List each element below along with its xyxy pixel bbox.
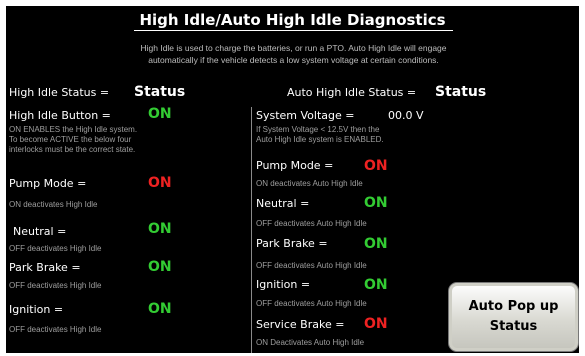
service-brake-note: ON Deactivates Auto High Idle [256, 338, 365, 347]
park-brake-label: Park Brake = [9, 261, 81, 274]
auto-park-brake-note: OFF deactivates Auto High Idle [256, 261, 367, 270]
voltage-note-line-1: If System Voltage < 12.5V then the [256, 125, 380, 134]
service-brake-value: ON [364, 316, 388, 332]
popup-button-line-2: Status [489, 319, 538, 334]
auto-neutral-value: ON [364, 195, 388, 211]
high-idle-status-value: Status [134, 84, 186, 100]
pump-mode-note: ON deactivates High Idle [9, 200, 98, 209]
button-note-line-2: To become ACTIVE the below four [9, 135, 132, 144]
system-voltage-label: System Voltage = [256, 109, 355, 122]
popup-button-line-1: Auto Pop up [468, 299, 559, 314]
auto-high-idle-status-value: Status [435, 84, 487, 100]
auto-pop-up-status-button[interactable]: Auto Pop up Status [448, 282, 579, 352]
pump-mode-label: Pump Mode = [9, 177, 87, 190]
auto-ignition-note: OFF deactivates Auto High Idle [256, 299, 367, 308]
column-divider [251, 107, 252, 353]
neutral-label: Neutral = [13, 225, 67, 238]
system-voltage-value: 00.0 V [388, 109, 424, 122]
auto-high-idle-status-label: Auto High Idle Status = [287, 86, 417, 99]
neutral-value: ON [148, 221, 172, 237]
auto-park-brake-label: Park Brake = [256, 237, 328, 250]
popup-button-text: Auto Pop up Status [449, 297, 578, 337]
high-idle-status-label: High Idle Status = [9, 86, 110, 99]
high-idle-button-value[interactable]: ON [148, 106, 172, 122]
description-line-1: High Idle is used to charge the batterie… [140, 43, 447, 53]
ignition-note: OFF deactivates High Idle [9, 325, 102, 334]
park-brake-note: OFF deactivates High Idle [9, 281, 102, 290]
pump-mode-value: ON [148, 175, 172, 191]
auto-pump-mode-value: ON [364, 158, 388, 174]
ignition-value: ON [148, 301, 172, 317]
service-brake-label: Service Brake = [256, 318, 345, 331]
button-note-line-1: ON ENABLES the High Idle system. [9, 125, 138, 134]
park-brake-value: ON [148, 259, 172, 275]
auto-pump-mode-note: ON deactivates Auto High Idle [256, 179, 363, 188]
ignition-label: Ignition = [9, 303, 64, 316]
description: High Idle is used to charge the batterie… [46, 42, 541, 66]
high-idle-button-label: High Idle Button = [9, 109, 111, 122]
neutral-note: OFF deactivates High Idle [9, 244, 102, 253]
auto-ignition-value: ON [364, 277, 388, 293]
system-voltage-note: If System Voltage < 12.5V then the Auto … [256, 125, 384, 145]
auto-pump-mode-label: Pump Mode = [256, 159, 334, 172]
button-note-line-3: interlocks must be the correct state. [9, 145, 136, 154]
auto-neutral-label: Neutral = [256, 197, 310, 210]
auto-neutral-note: OFF deactivates Auto High Idle [256, 219, 367, 228]
auto-park-brake-value: ON [364, 236, 388, 252]
high-idle-button-note: ON ENABLES the High Idle system. To beco… [9, 125, 137, 155]
description-line-2: automatically if the vehicle detects a l… [148, 55, 439, 65]
voltage-note-line-2: Auto High Idle system is ENABLED. [256, 135, 384, 144]
page-title: High Idle/Auto High Idle Diagnostics [139, 11, 446, 29]
auto-ignition-label: Ignition = [256, 278, 311, 291]
title-underline [134, 30, 453, 31]
